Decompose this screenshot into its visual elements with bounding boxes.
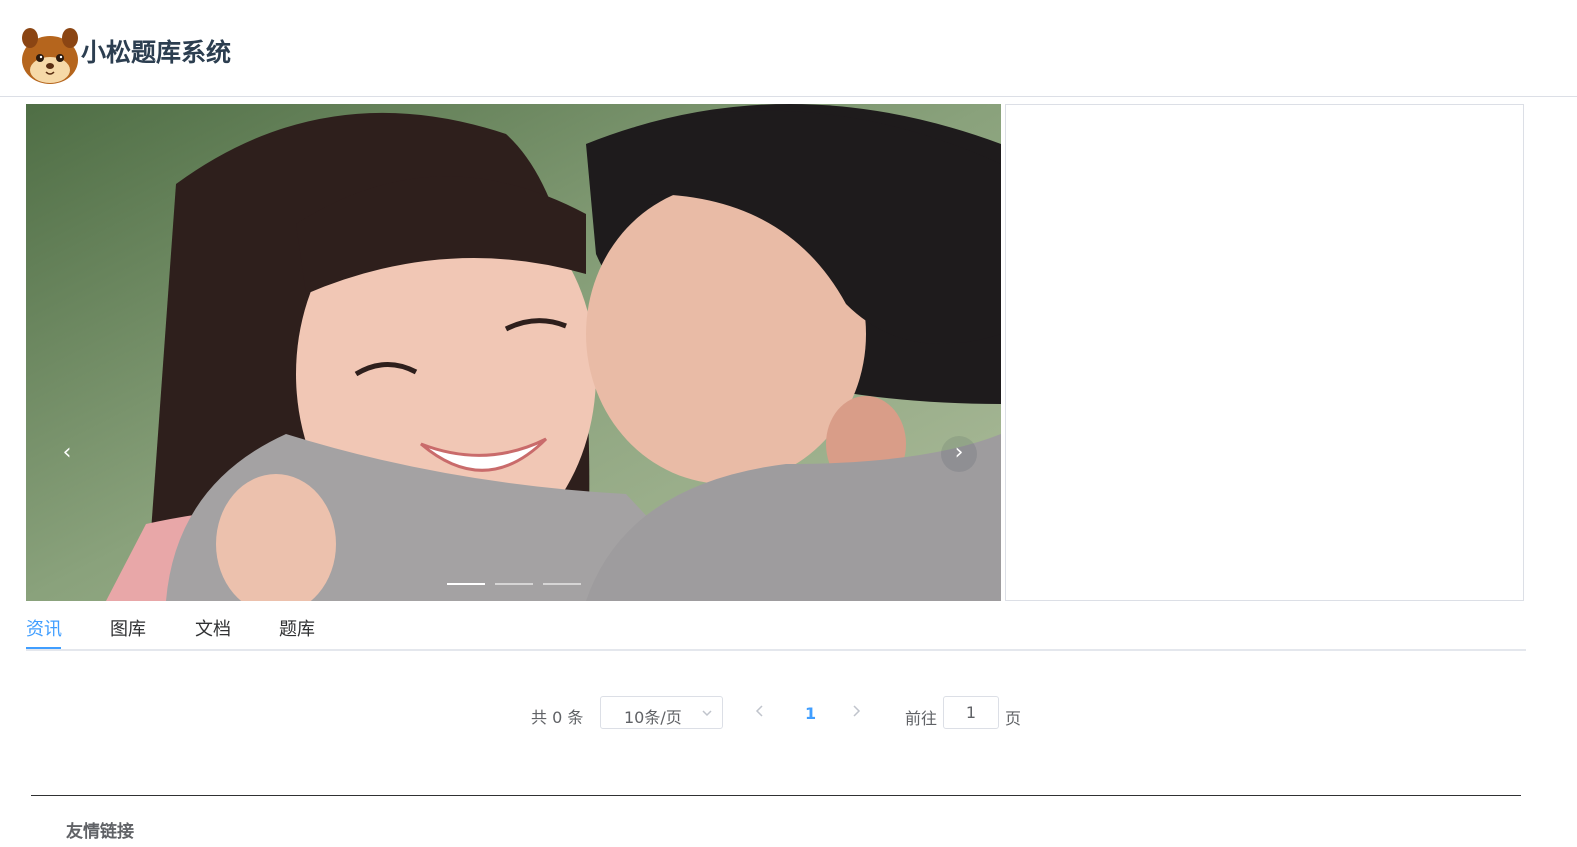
carousel-slide-image <box>26 104 1001 601</box>
pagination-total: 共 0 条 <box>531 708 584 727</box>
image-carousel[interactable]: ‹ › <box>26 104 1001 601</box>
page-suffix-label: 页 <box>1005 709 1022 728</box>
chevron-left-icon <box>755 705 763 717</box>
carousel-indicator[interactable] <box>447 583 485 585</box>
friend-links-title: 友情链接 <box>66 822 134 842</box>
pagination: 共 0 条 10条/页 1 前往 页 <box>0 696 1577 732</box>
content-tabs: 资讯 图库 文档 题库 <box>26 601 1526 651</box>
prev-page-button[interactable] <box>754 701 766 726</box>
side-panel <box>1005 104 1524 601</box>
carousel-next-arrow[interactable]: › <box>941 436 977 472</box>
page-size-select[interactable]: 10条/页 <box>600 696 723 729</box>
carousel-prev-arrow[interactable]: ‹ <box>49 436 85 472</box>
page-number-current[interactable]: 1 <box>805 704 816 723</box>
carousel-indicators <box>447 583 581 587</box>
footer-divider <box>31 795 1521 796</box>
chevron-down-icon <box>701 703 713 727</box>
carousel-indicator[interactable] <box>495 583 533 585</box>
goto-label: 前往 <box>905 709 938 728</box>
carousel-indicator[interactable] <box>543 583 581 585</box>
site-header: 小松题库系统 <box>0 0 1577 97</box>
squirrel-logo-icon[interactable] <box>18 24 82 88</box>
tab-question-bank[interactable]: 题库 <box>279 615 315 641</box>
page-size-value: 10条/页 <box>624 708 682 727</box>
tab-documents[interactable]: 文档 <box>195 615 231 641</box>
goto-page-input[interactable] <box>943 696 999 729</box>
chevron-right-icon <box>853 705 861 717</box>
tab-gallery[interactable]: 图库 <box>110 615 146 641</box>
next-page-button[interactable] <box>850 701 862 726</box>
tab-news[interactable]: 资讯 <box>26 615 62 641</box>
active-tab-indicator <box>26 647 61 649</box>
site-title: 小松题库系统 <box>81 38 232 67</box>
